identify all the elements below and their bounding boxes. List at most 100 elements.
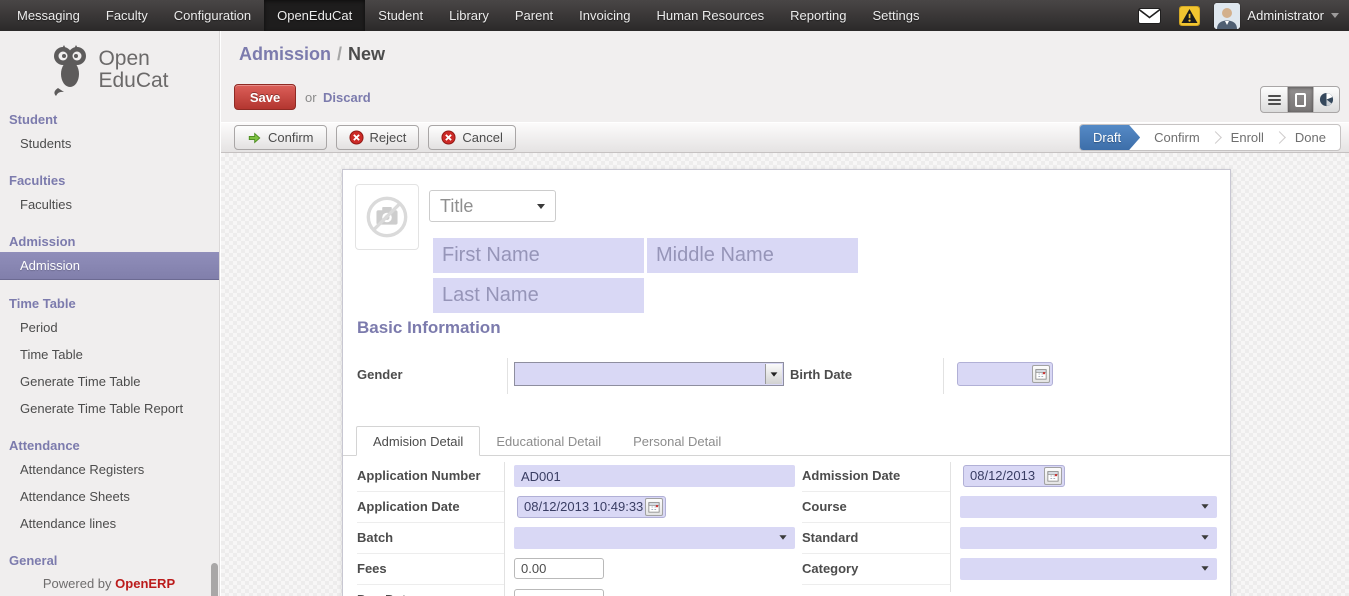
red-cross-icon (349, 130, 364, 145)
mail-icon[interactable] (1138, 8, 1161, 24)
label-separator (943, 358, 944, 394)
chevron-down-icon (771, 372, 778, 376)
sidebar-item-period[interactable]: Period (0, 314, 219, 341)
first-name-input[interactable] (433, 238, 644, 273)
state-draft[interactable]: Draft (1080, 125, 1140, 150)
birth-date-input[interactable] (957, 362, 1053, 386)
sidebar-item-attendance-sheets[interactable]: Attendance Sheets (0, 483, 219, 510)
menu-invoicing[interactable]: Invoicing (566, 0, 643, 31)
discard-link[interactable]: Discard (323, 90, 371, 105)
sidebar-item-students[interactable]: Students (0, 130, 219, 157)
menu-faculty[interactable]: Faculty (93, 0, 161, 31)
sidebar-section-attendance: Attendance Attendance Registers Attendan… (0, 435, 219, 537)
breadcrumb-admission-link[interactable]: Admission (239, 44, 331, 64)
sidebar-item-generate-time-table[interactable]: Generate Time Table (0, 368, 219, 395)
kanban-icon (1319, 92, 1334, 107)
sidebar-item-faculties[interactable]: Faculties (0, 191, 219, 218)
breadcrumb-current: New (348, 44, 385, 64)
sidebar-scrollbar-thumb[interactable] (211, 563, 218, 596)
chevron-down-icon (1201, 566, 1208, 571)
user-avatar[interactable] (1214, 3, 1240, 29)
sidebar-header-faculties: Faculties (0, 170, 219, 191)
menu-human-resources[interactable]: Human Resources (643, 0, 777, 31)
user-menu[interactable]: Administrator (1247, 8, 1324, 23)
save-button[interactable]: Save (234, 84, 296, 110)
sidebar-item-time-table[interactable]: Time Table (0, 341, 219, 368)
calendar-button[interactable] (1032, 365, 1050, 383)
due-date-label-cell: Due Date (357, 586, 505, 596)
label-separator (504, 462, 505, 596)
sidebar-item-attendance-lines[interactable]: Attendance lines (0, 510, 219, 537)
statusbar: Draft Confirm Enroll Done (1079, 124, 1341, 151)
state-done[interactable]: Done (1281, 130, 1340, 145)
list-view-button[interactable] (1261, 87, 1287, 112)
view-switcher (1260, 86, 1340, 113)
form-icon (1295, 93, 1306, 107)
topbar: Messaging Faculty Configuration OpenEduC… (0, 0, 1349, 31)
sidebar: Open EduCat Student Students Faculties F… (0, 31, 220, 596)
standard-label-cell: Standard (802, 524, 950, 554)
calendar-button[interactable] (1044, 467, 1062, 485)
sidebar-item-admission[interactable]: Admission (0, 252, 219, 280)
photo-placeholder[interactable] (355, 184, 419, 250)
menu-reporting[interactable]: Reporting (777, 0, 859, 31)
standard-select[interactable] (960, 527, 1217, 549)
admission-date-label-cell: Admission Date (802, 462, 950, 492)
openerp-brand[interactable]: OpenERP (115, 576, 175, 591)
calendar-icon (648, 501, 660, 513)
sidebar-section-time-table: Time Table Period Time Table Generate Ti… (0, 293, 219, 422)
dropdown-button[interactable] (765, 364, 782, 384)
menu-student[interactable]: Student (365, 0, 436, 31)
sidebar-header-admission: Admission (0, 231, 219, 252)
sidebar-header-time-table: Time Table (0, 293, 219, 314)
fees-input[interactable] (514, 558, 604, 579)
state-enroll[interactable]: Enroll (1217, 130, 1278, 145)
chevron-down-icon (537, 204, 545, 209)
tab-admision-detail[interactable]: Admision Detail (356, 426, 480, 456)
menu-settings[interactable]: Settings (860, 0, 933, 31)
sidebar-item-attendance-registers[interactable]: Attendance Registers (0, 456, 219, 483)
menu-messaging[interactable]: Messaging (4, 0, 93, 31)
kanban-view-button[interactable] (1313, 87, 1339, 112)
chevron-down-icon[interactable] (1331, 13, 1339, 18)
sidebar-item-generate-time-table-report[interactable]: Generate Time Table Report (0, 395, 219, 422)
due-date-input[interactable] (514, 589, 604, 596)
warning-icon[interactable] (1179, 6, 1200, 26)
sidebar-header-attendance: Attendance (0, 435, 219, 456)
application-number-input[interactable] (514, 465, 795, 487)
category-label-cell: Category (802, 555, 950, 585)
chevron-down-icon (1201, 504, 1208, 509)
gender-select[interactable] (514, 362, 784, 386)
chevron-down-icon (779, 535, 786, 540)
category-select[interactable] (960, 558, 1217, 580)
menu-configuration[interactable]: Configuration (161, 0, 264, 31)
menu-parent[interactable]: Parent (502, 0, 566, 31)
green-arrow-icon (247, 131, 262, 145)
state-confirm[interactable]: Confirm (1140, 130, 1214, 145)
course-label-cell: Course (802, 493, 950, 523)
title-select[interactable]: Title (429, 190, 556, 222)
sidebar-section-student: Student Students (0, 109, 219, 157)
confirm-button[interactable]: Confirm (234, 125, 327, 150)
application-date-input[interactable]: 08/12/2013 10:49:33 (517, 496, 666, 518)
section-title: Basic Information (357, 318, 501, 338)
middle-name-input[interactable] (647, 238, 858, 273)
calendar-button[interactable] (645, 498, 663, 516)
logo-text: Open EduCat (98, 48, 168, 92)
form-view-button[interactable] (1287, 87, 1313, 112)
tab-personal-detail[interactable]: Personal Detail (617, 426, 737, 456)
menu-openeducat[interactable]: OpenEduCat (264, 0, 365, 31)
reject-button[interactable]: Reject (336, 125, 420, 150)
course-select[interactable] (960, 496, 1217, 518)
admission-date-input[interactable]: 08/12/2013 (963, 465, 1065, 487)
batch-select[interactable] (514, 527, 795, 549)
tab-educational-detail[interactable]: Educational Detail (480, 426, 617, 456)
birth-date-label: Birth Date (790, 367, 852, 382)
title-select-value: Title (440, 196, 473, 217)
menu-library[interactable]: Library (436, 0, 502, 31)
owl-logo-icon (50, 44, 94, 96)
no-camera-icon (364, 194, 410, 240)
calendar-icon (1035, 368, 1047, 380)
last-name-input[interactable] (433, 278, 644, 313)
cancel-button[interactable]: Cancel (428, 125, 515, 150)
